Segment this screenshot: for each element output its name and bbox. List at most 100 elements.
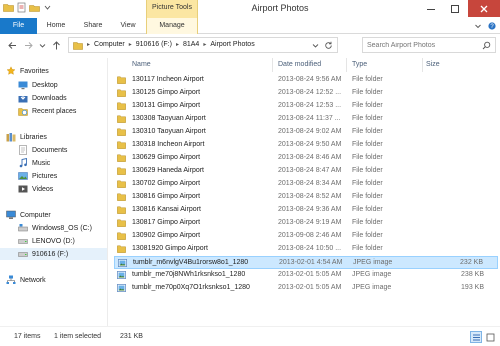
forward-button[interactable]	[22, 39, 34, 51]
nav-documents[interactable]: Documents	[18, 144, 125, 156]
file-type: JPEG image	[353, 259, 393, 266]
recent-locations-button[interactable]	[38, 39, 46, 51]
downloads-icon	[18, 93, 28, 103]
file-row[interactable]: 130131 Gimpo Airport 2013-08-24 12:53 ...…	[114, 100, 498, 113]
close-button[interactable]	[468, 0, 500, 17]
breadcrumb-separator-icon[interactable]: ▸	[203, 41, 206, 48]
file-row[interactable]: 130816 Kansai Airport 2013-08-24 9:36 AM F…	[114, 204, 498, 217]
nav-documents-label: Documents	[32, 146, 68, 154]
file-date: 2013-08-24 9:36 AM	[278, 206, 342, 213]
file-row[interactable]: 130117 Incheon Airport 2013-08-24 9:56 AM…	[114, 74, 498, 87]
file-row[interactable]: 130629 Gimpo Airport 2013-08-24 8:46 AM Fi…	[114, 152, 498, 165]
tab-home[interactable]: Home	[40, 18, 72, 34]
maximize-button[interactable]	[442, 0, 468, 17]
selection-status: 1 item selected	[54, 333, 102, 340]
file-row[interactable]: tumblr_me70p0Xq7O1rksnkso1_1280 2013-02-0…	[114, 282, 498, 295]
file-date: 2013-02-01 4:54 AM	[279, 259, 343, 266]
nav-desktop[interactable]: Desktop	[18, 79, 125, 91]
nav-downloads[interactable]: Downloads	[18, 92, 125, 104]
column-header-name[interactable]: Name	[132, 58, 151, 72]
tab-file[interactable]: File	[0, 18, 37, 34]
file-list: Name Date modified Type Size 130117 Inch…	[110, 58, 500, 326]
nav-drive-c[interactable]: Windows8_OS (C:)	[18, 222, 125, 234]
file-row[interactable]: tumblr_me70j8NWh1rksnkso1_1280 2013-02-01…	[114, 269, 498, 282]
nav-computer[interactable]: Computer	[6, 209, 113, 221]
file-row[interactable]: 130310 Taoyuan Airport 2013-08-24 9:02 AM…	[114, 126, 498, 139]
column-divider[interactable]	[346, 58, 347, 72]
breadcrumb-drive[interactable]: 910616 (F:)	[136, 41, 172, 48]
search-icon[interactable]	[482, 41, 491, 52]
nav-pictures[interactable]: Pictures	[18, 170, 125, 182]
file-row[interactable]: 130702 Gimpo Airport 2013-08-24 8:34 AM Fi…	[114, 178, 498, 191]
nav-drive-f[interactable]: 910616 (F:)	[0, 248, 107, 260]
tab-manage[interactable]: Manage	[146, 18, 198, 34]
refresh-button[interactable]	[324, 41, 333, 52]
file-row[interactable]: 130318 Incheon Airport 2013-08-24 9:50 AM…	[114, 139, 498, 152]
pictures-icon	[18, 171, 28, 181]
folder-icon	[117, 180, 126, 188]
file-row[interactable]: tumblr_m6nvlgV4Bu1rorsw8o1_1280 2013-02-0…	[114, 256, 498, 269]
folder-icon	[117, 76, 126, 84]
file-row[interactable]: 13081920 Gimpo Airport 2013-08-24 10:50 .…	[114, 243, 498, 256]
nav-videos[interactable]: Videos	[18, 183, 125, 195]
details-view-button[interactable]	[470, 331, 482, 343]
search-input[interactable]	[367, 40, 477, 51]
file-name: 130117 Incheon Airport	[132, 76, 204, 83]
file-row[interactable]: 130308 Taoyuan Airport 2013-08-24 11:37 .…	[114, 113, 498, 126]
column-header-size[interactable]: Size	[426, 58, 440, 72]
nav-drive-d[interactable]: LENOVO (D:)	[18, 235, 125, 247]
file-row[interactable]: 130629 Haneda Airport 2013-08-24 8:47 AM F…	[114, 165, 498, 178]
file-type: File folder	[352, 128, 383, 135]
minimize-button[interactable]	[418, 0, 444, 17]
ribbon-controls: ?	[474, 22, 496, 32]
nav-favorites-label: Favorites	[20, 67, 49, 75]
nav-recent-places[interactable]: Recent places	[18, 105, 125, 117]
folder-icon	[117, 206, 126, 214]
file-date: 2013-02-01 5:05 AM	[278, 284, 342, 291]
breadcrumb-computer[interactable]: Computer	[94, 41, 125, 48]
file-type: File folder	[352, 89, 383, 96]
large-icons-view-button[interactable]	[484, 331, 496, 343]
search-box[interactable]	[362, 37, 496, 53]
navigation-pane: Favorites Desktop Downloads Recent place…	[0, 58, 108, 326]
file-name: 130702 Gimpo Airport	[132, 180, 201, 187]
breadcrumb-separator-icon[interactable]: ▸	[87, 41, 90, 48]
tab-view[interactable]: View	[112, 18, 144, 34]
back-button[interactable]	[6, 39, 18, 51]
new-folder-icon[interactable]	[29, 2, 40, 13]
breadcrumb-airport-photos[interactable]: Airport Photos	[210, 41, 254, 48]
folder-icon	[117, 154, 126, 162]
up-button[interactable]	[50, 39, 62, 51]
column-header-type[interactable]: Type	[352, 58, 367, 72]
file-date: 2013-02-01 5:05 AM	[278, 271, 342, 278]
file-name: tumblr_me70j8NWh1rksnkso1_1280	[132, 271, 246, 278]
file-name: 130816 Kansai Airport	[132, 206, 201, 213]
column-header-date[interactable]: Date modified	[278, 58, 321, 72]
help-icon[interactable]: ?	[488, 22, 496, 32]
file-row[interactable]: 130816 Gimpo Airport 2013-08-24 8:52 AM Fi…	[114, 191, 498, 204]
breadcrumb-81a4[interactable]: 81A4	[183, 41, 199, 48]
file-row[interactable]: 130125 Gimpo Airport 2013-08-24 12:52 ...…	[114, 87, 498, 100]
breadcrumb-separator-icon[interactable]: ▸	[129, 41, 132, 48]
address-bar[interactable]: ▸ Computer ▸ 910616 (F:) ▸ 81A4 ▸ Airpor…	[68, 37, 338, 53]
nav-favorites[interactable]: Favorites	[6, 65, 113, 77]
chevron-down-icon	[312, 44, 319, 48]
image-file-icon	[117, 284, 126, 292]
nav-libraries[interactable]: Libraries	[6, 131, 113, 143]
file-date: 2013-08-24 8:52 AM	[278, 193, 342, 200]
column-divider[interactable]	[422, 58, 423, 72]
nav-network[interactable]: Network	[6, 274, 113, 286]
address-history-button[interactable]	[312, 42, 319, 51]
chevron-down-icon[interactable]	[42, 2, 53, 13]
minimize-icon	[427, 8, 435, 10]
breadcrumb-separator-icon[interactable]: ▸	[176, 41, 179, 48]
column-divider[interactable]	[272, 58, 273, 72]
properties-icon[interactable]	[16, 2, 27, 13]
tab-share[interactable]: Share	[76, 18, 110, 34]
file-date: 2013-08-24 9:02 AM	[278, 128, 342, 135]
address-row: ▸ Computer ▸ 910616 (F:) ▸ 81A4 ▸ Airpor…	[0, 35, 500, 55]
file-row[interactable]: 130902 Gimpo Airport 2013-09-08 2:46 AM Fi…	[114, 230, 498, 243]
expand-ribbon-icon[interactable]	[474, 22, 482, 32]
nav-music[interactable]: Music	[18, 157, 125, 169]
file-row[interactable]: 130817 Gimpo Airport 2013-08-24 9:19 AM Fi…	[114, 217, 498, 230]
